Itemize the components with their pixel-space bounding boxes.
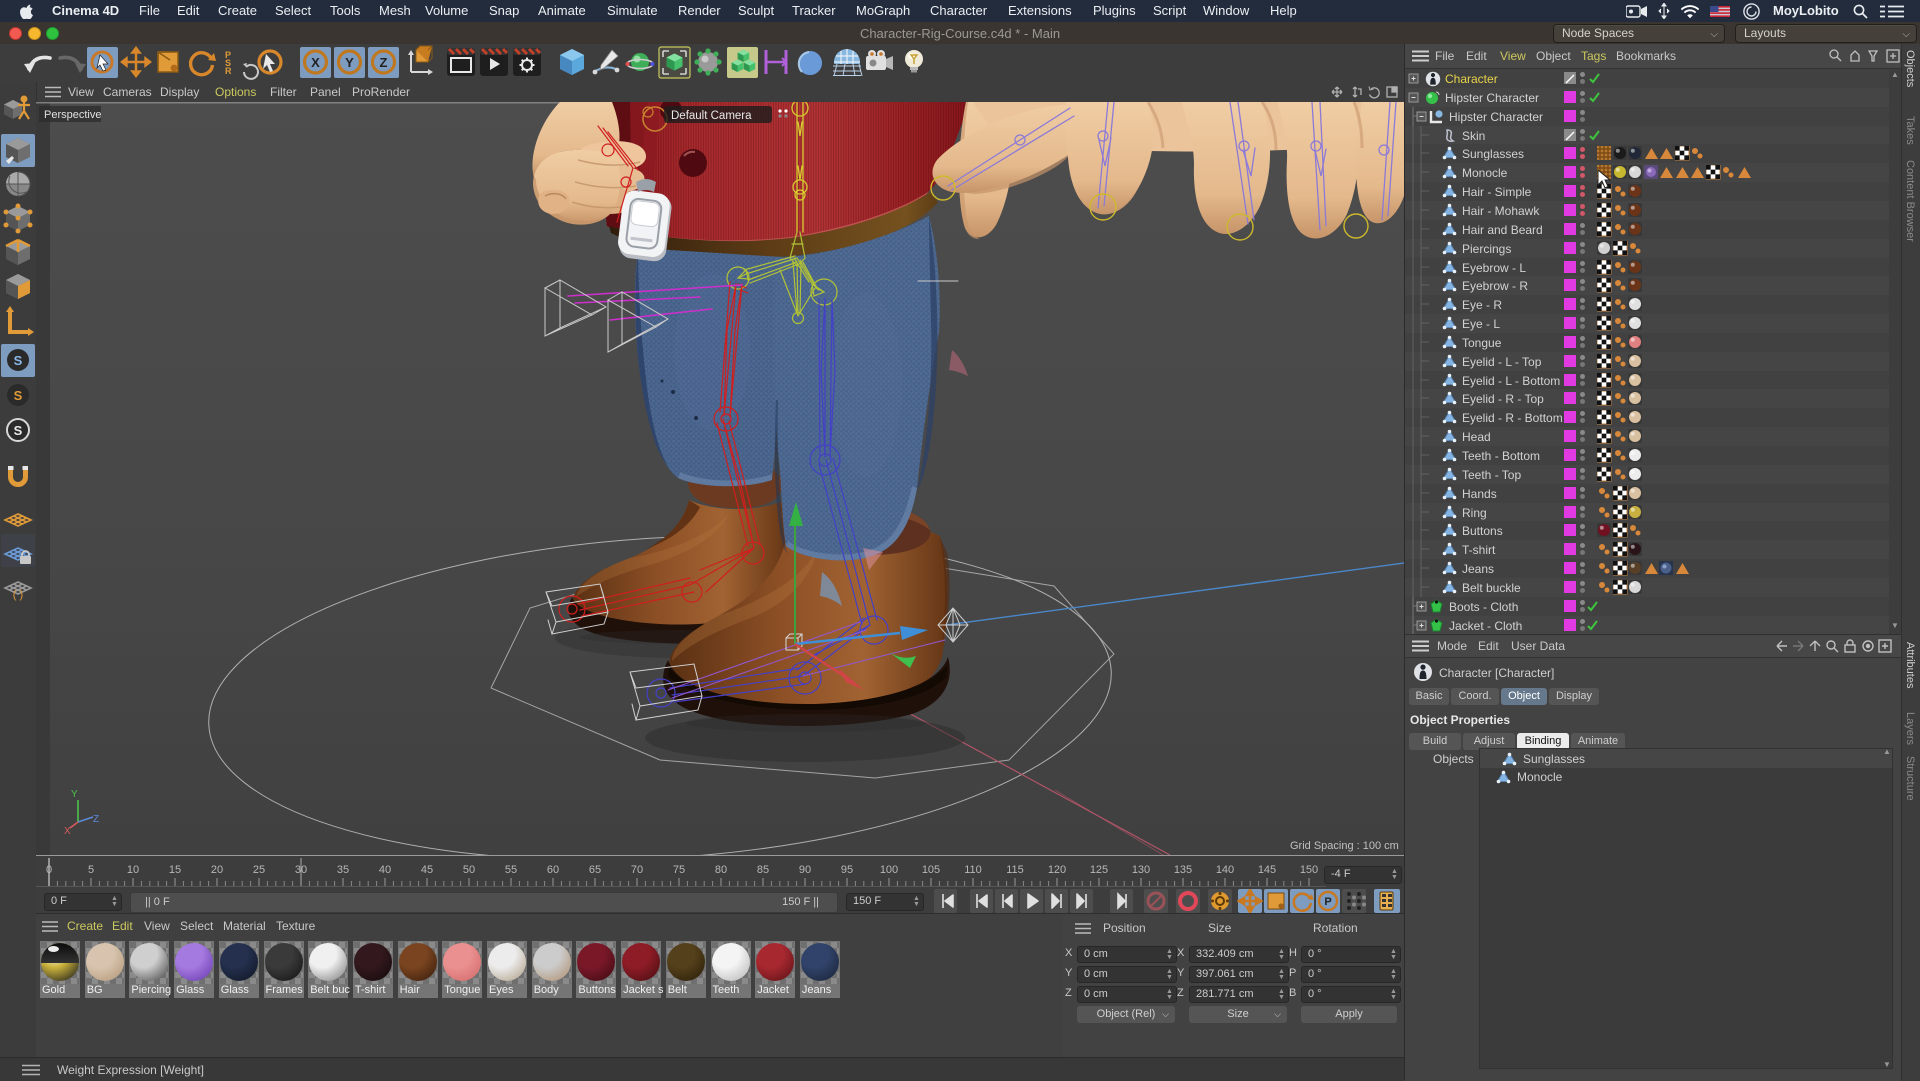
svg-text:105: 105 bbox=[922, 864, 940, 876]
svg-text:15: 15 bbox=[169, 864, 181, 876]
svg-text:65: 65 bbox=[589, 864, 601, 876]
svg-text:40: 40 bbox=[379, 864, 391, 876]
svg-text:135: 135 bbox=[1174, 864, 1192, 876]
svg-text:Y: Y bbox=[345, 55, 354, 70]
svg-text:X: X bbox=[311, 55, 320, 70]
svg-text:10: 10 bbox=[127, 864, 139, 876]
svg-text:100: 100 bbox=[880, 864, 898, 876]
svg-text:50: 50 bbox=[463, 864, 475, 876]
svg-text:145: 145 bbox=[1258, 864, 1276, 876]
svg-text:80: 80 bbox=[715, 864, 727, 876]
svg-text:Z: Z bbox=[93, 814, 99, 825]
svg-text:150: 150 bbox=[1300, 864, 1318, 876]
svg-text:115: 115 bbox=[1006, 864, 1024, 876]
svg-text:Default Camera: Default Camera bbox=[671, 110, 752, 122]
svg-text:5: 5 bbox=[88, 864, 94, 876]
svg-text:S: S bbox=[14, 388, 23, 403]
svg-text:Y: Y bbox=[71, 789, 78, 800]
svg-text:130: 130 bbox=[1132, 864, 1150, 876]
svg-text:Perspective: Perspective bbox=[44, 109, 101, 121]
svg-text:60: 60 bbox=[547, 864, 559, 876]
svg-text:140: 140 bbox=[1216, 864, 1234, 876]
svg-text:90: 90 bbox=[799, 864, 811, 876]
svg-text:45: 45 bbox=[421, 864, 433, 876]
svg-text:35: 35 bbox=[337, 864, 349, 876]
svg-text:70: 70 bbox=[631, 864, 643, 876]
svg-text:85: 85 bbox=[757, 864, 769, 876]
svg-text:( ): ( ) bbox=[13, 589, 23, 601]
svg-text:20: 20 bbox=[211, 864, 223, 876]
svg-text:75: 75 bbox=[673, 864, 685, 876]
svg-text:110: 110 bbox=[964, 864, 982, 876]
svg-text:S: S bbox=[14, 353, 23, 368]
svg-text:Z: Z bbox=[380, 55, 388, 70]
svg-text:Grid Spacing : 100 cm: Grid Spacing : 100 cm bbox=[1290, 840, 1399, 852]
svg-text:S: S bbox=[14, 423, 23, 438]
svg-text:95: 95 bbox=[841, 864, 853, 876]
svg-text:P: P bbox=[1324, 896, 1331, 908]
svg-text:120: 120 bbox=[1048, 864, 1066, 876]
svg-text:25: 25 bbox=[253, 864, 265, 876]
svg-text:125: 125 bbox=[1090, 864, 1108, 876]
svg-text:R: R bbox=[225, 66, 232, 76]
svg-text:55: 55 bbox=[505, 864, 517, 876]
svg-text:X: X bbox=[64, 826, 71, 837]
